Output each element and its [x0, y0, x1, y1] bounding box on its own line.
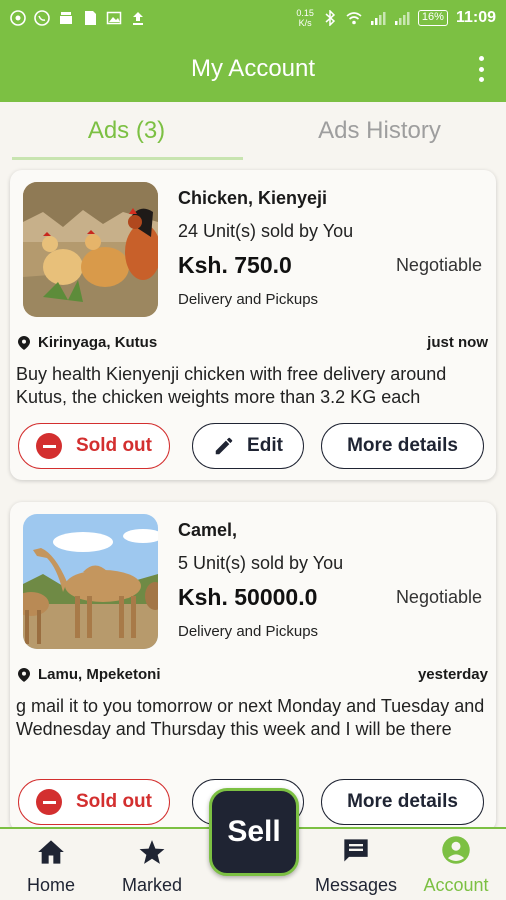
page-title: My Account — [190, 55, 316, 82]
location-pin-icon — [18, 335, 30, 350]
account-circle-icon — [442, 836, 470, 864]
ad-card[interactable]: Camel, 5 Unit(s) sold by You Ksh. 50000.… — [10, 502, 496, 832]
more-details-button[interactable]: More details — [321, 779, 484, 825]
sell-button[interactable]: Sell — [209, 788, 299, 876]
tab-bar: Ads (3) Ads History — [0, 102, 506, 160]
edit-button[interactable]: Edit — [192, 423, 304, 469]
nav-account-label: Account — [423, 875, 489, 895]
units-sold: 5 Unit(s) sold by You — [178, 553, 344, 573]
location-pin-icon — [18, 667, 30, 682]
more-details-button[interactable]: More details — [321, 423, 484, 469]
sold-out-label: Sold out — [76, 435, 152, 456]
posted-time: yesterday — [417, 666, 488, 683]
nav-messages-label: Messages — [314, 875, 398, 895]
store-icon — [60, 12, 72, 24]
battery-indicator: 16% — [417, 10, 448, 26]
star-icon — [139, 840, 165, 864]
nav-messages[interactable]: Messages — [308, 829, 404, 900]
delivery-label: Delivery and Pickups — [178, 623, 319, 640]
whatsapp-icon — [34, 10, 50, 26]
message-icon — [344, 839, 368, 862]
nav-account[interactable]: Account — [414, 829, 498, 900]
nav-home[interactable]: Home — [18, 829, 84, 900]
overflow-menu-icon[interactable] — [476, 56, 486, 82]
location-text: Lamu, Mpeketoni — [38, 666, 161, 683]
speed-value: 0.15 — [296, 8, 314, 18]
image-icon — [106, 11, 122, 25]
sold-out-button[interactable]: Sold out — [18, 779, 170, 825]
status-bar: 0.15 K/s 16% 11:09 — [0, 0, 506, 36]
minus-circle-icon — [36, 789, 62, 815]
minus-circle-icon — [36, 433, 62, 459]
location-row: Kirinyaga, Kutus just now — [18, 334, 488, 351]
signal-icon — [370, 12, 386, 25]
bluetooth-icon — [325, 10, 336, 26]
tab-ads[interactable]: Ads (3) — [0, 102, 253, 160]
pencil-icon — [215, 437, 233, 455]
nav-marked-label: Marked — [121, 875, 183, 895]
ad-title: Chicken, Kienyeji — [178, 188, 328, 208]
delivery-label: Delivery and Pickups — [178, 291, 319, 308]
units-sold: 24 Unit(s) sold by You — [178, 221, 354, 241]
app-bar: My Account — [0, 36, 506, 102]
signal-2-icon — [394, 12, 410, 25]
sold-out-button[interactable]: Sold out — [18, 423, 170, 469]
sim-icon — [85, 11, 96, 25]
ad-image-camel — [23, 514, 158, 649]
ad-price: Ksh. 50000.0 — [178, 584, 318, 610]
ad-title: Camel, — [178, 520, 238, 540]
ad-description: Buy health Kienyenji chicken with free d… — [16, 364, 447, 407]
location-row: Lamu, Mpeketoni yesterday — [18, 666, 488, 683]
home-icon — [38, 840, 64, 864]
tab-ads-history[interactable]: Ads History — [253, 102, 506, 160]
ad-description: g mail it to you tomorrow or next Monday… — [16, 696, 485, 739]
nav-home-label: Home — [26, 875, 75, 895]
ad-image-chicken — [23, 182, 158, 317]
ad-price: Ksh. 750.0 — [178, 252, 292, 278]
negotiable-label: Negotiable — [395, 255, 482, 275]
negotiable-label: Negotiable — [395, 587, 482, 607]
nav-marked[interactable]: Marked — [112, 829, 192, 900]
chrome-icon — [10, 10, 26, 26]
wifi-icon — [346, 12, 362, 25]
speed-unit: K/s — [298, 18, 312, 28]
ad-card[interactable]: Chicken, Kienyeji 24 Unit(s) sold by You… — [10, 170, 496, 480]
sold-out-label: Sold out — [76, 791, 152, 812]
location-text: Kirinyaga, Kutus — [38, 334, 158, 351]
edit-label: Edit — [247, 435, 283, 456]
upload-icon — [133, 12, 143, 25]
posted-time: just now — [427, 334, 488, 351]
clock: 11:09 — [455, 9, 496, 26]
network-speed: 0.15 K/s — [296, 8, 314, 28]
